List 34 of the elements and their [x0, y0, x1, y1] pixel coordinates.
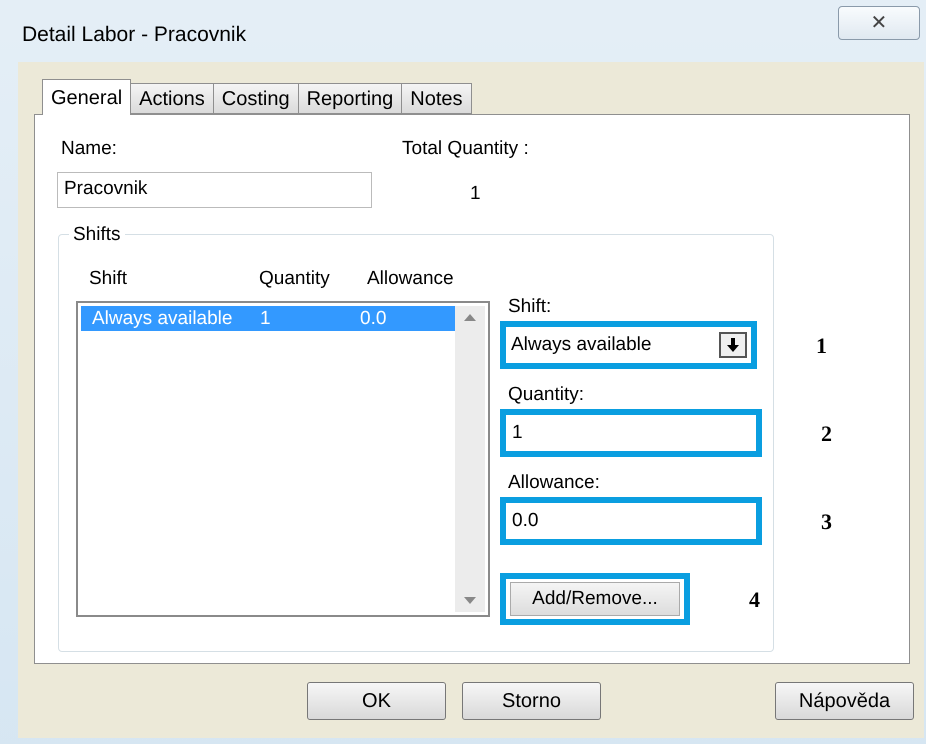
tab[interactable]: General	[42, 79, 132, 115]
column-header[interactable]: Shift	[89, 265, 259, 289]
column-header[interactable]: Quantity	[259, 265, 367, 289]
callout-number: 1	[816, 332, 827, 360]
list-cell-text: Always available	[92, 308, 234, 330]
column-header[interactable]: Allowance	[367, 265, 467, 289]
field-label: Allowance:	[508, 471, 601, 495]
callout-number: 2	[821, 420, 832, 448]
callout-number: 3	[821, 508, 832, 536]
tab[interactable]: Notes	[402, 83, 472, 114]
scroll-down-icon[interactable]	[464, 597, 476, 604]
shift-dropdown[interactable]: Always available	[500, 321, 757, 369]
text-field[interactable]: 0.0	[500, 497, 762, 545]
total-quantity-label: Total Quantity :	[402, 137, 529, 161]
tab[interactable]: Costing	[214, 83, 299, 114]
text-field[interactable]: 1	[500, 409, 762, 457]
add-remove-button[interactable]: Add/Remove...	[510, 582, 680, 616]
name-label: Name:	[61, 137, 118, 161]
close-button[interactable]: ✕	[838, 6, 920, 40]
total-quantity-value: 1	[470, 182, 482, 206]
dialog-button[interactable]: OK	[307, 682, 446, 720]
list-cell-text: 1	[260, 308, 272, 330]
field-label: Shift:	[508, 295, 552, 319]
callout-number: 4	[749, 586, 760, 614]
list-cell-text: 0.0	[360, 308, 388, 330]
field-label: Quantity:	[508, 383, 586, 407]
dialog-button[interactable]: Nápověda	[775, 682, 914, 720]
scroll-up-icon[interactable]	[464, 314, 476, 321]
dialog-button[interactable]: Storno	[462, 682, 601, 720]
window-title: Detail Labor - Pracovnik	[22, 22, 248, 48]
scrollbar[interactable]	[455, 306, 485, 612]
name-field[interactable]: Pracovnik	[57, 172, 372, 208]
tab[interactable]: Actions	[131, 83, 214, 114]
tab[interactable]: Reporting	[298, 83, 402, 114]
